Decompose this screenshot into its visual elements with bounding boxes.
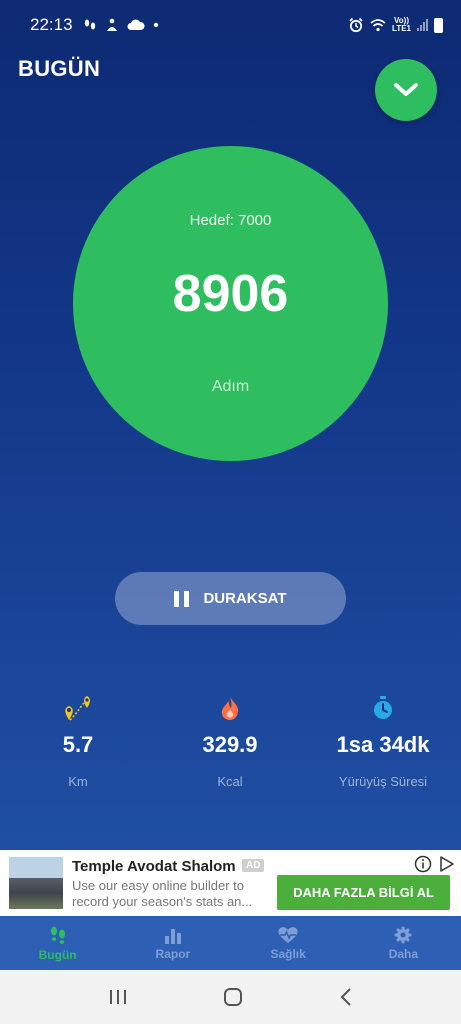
tab-today[interactable]: Bugün: [0, 916, 115, 970]
alarm-icon: [349, 17, 363, 33]
calories-label: Kcal: [217, 774, 243, 789]
recent-apps-icon[interactable]: [108, 988, 128, 1006]
status-time: 22:13: [30, 15, 73, 34]
stopwatch-icon: [374, 696, 392, 719]
collapse-button[interactable]: [375, 59, 437, 121]
home-icon[interactable]: [223, 987, 243, 1007]
status-bar: 22:13 Vo)) LTE1: [0, 0, 461, 50]
step-unit-label: Adım: [211, 378, 250, 395]
signal-icon: [417, 19, 428, 31]
status-right-icons: Vo)) LTE1: [348, 17, 443, 33]
bar-chart-icon: [164, 928, 181, 944]
tab-health[interactable]: Sağlık: [231, 916, 346, 970]
back-icon[interactable]: [339, 987, 353, 1007]
ad-description: Use our easy online builder to record yo…: [72, 878, 253, 909]
chevron-down-icon: [394, 83, 418, 96]
pause-button-label: DURAKSAT: [203, 590, 287, 607]
tab-health-label: Sağlık: [270, 946, 306, 961]
ad-banner[interactable]: Temple Avodat Shalom AD Use our easy onl…: [0, 850, 461, 916]
distance-value: 5.7: [62, 732, 94, 757]
stat-distance: 5.7 Km: [3, 690, 153, 789]
pause-icon: [174, 590, 190, 607]
ad-thumbnail-image[interactable]: [9, 857, 63, 909]
battery-icon: [434, 17, 443, 33]
step-count: 8906: [172, 265, 289, 323]
distance-label: Km: [68, 774, 88, 789]
goal-label: Hedef: 7000: [189, 212, 272, 229]
pause-button[interactable]: DURAKSAT: [115, 572, 346, 625]
wifi-icon: [370, 19, 386, 32]
walk-time-label: Yürüyüş Süresi: [338, 774, 428, 789]
heart-pulse-icon: [278, 926, 298, 943]
person-notification-icon: [106, 18, 117, 31]
flame-icon: [221, 696, 239, 720]
tab-today-label: Bugün: [38, 947, 77, 962]
walk-time-value: 1sa 34dk: [336, 732, 430, 757]
location-pins-icon: [65, 696, 90, 721]
calories-value: 329.9: [202, 732, 258, 757]
stat-calories: 329.9 Kcal: [155, 690, 305, 789]
lte-label: LTE1: [392, 24, 411, 33]
ad-title[interactable]: Temple Avodat Shalom: [72, 858, 236, 875]
stat-walk-time: 1sa 34dk Yürüyüş Süresi: [308, 690, 458, 789]
gear-icon: [394, 926, 412, 943]
notification-icons: [83, 18, 159, 32]
system-nav-bar: [0, 970, 461, 1024]
tab-report-label: Rapor: [155, 946, 191, 961]
dot-notification-icon: [153, 22, 158, 28]
ad-info-icon[interactable]: [414, 855, 432, 873]
tab-report[interactable]: Rapor: [115, 916, 230, 970]
page-title: BUGÜN: [18, 56, 101, 81]
footsteps-notification-icon: [84, 19, 95, 30]
tab-more-label: Daha: [388, 946, 419, 961]
network-type-label: Vo)) LTE1: [392, 17, 411, 33]
ad-choices-icon[interactable]: [438, 855, 456, 873]
stats-row: 5.7 Km 329.9 Kcal 1sa 34dk Yürüyüş Süres…: [0, 690, 461, 800]
app-screen: 22:13 Vo)) LTE1 BUGÜN Hedef: 7000 8906 A…: [0, 0, 461, 850]
footsteps-icon: [50, 926, 65, 944]
cloud-notification-icon: [127, 19, 145, 30]
ad-badge: AD: [242, 859, 265, 872]
bottom-tab-bar: Bugün Rapor Sağlık Daha: [0, 916, 461, 970]
step-counter-circle[interactable]: Hedef: 7000 8906 Adım: [73, 146, 388, 461]
ad-cta-button[interactable]: DAHA FAZLA BİLGİ AL: [277, 875, 450, 910]
tab-more[interactable]: Daha: [346, 916, 461, 970]
